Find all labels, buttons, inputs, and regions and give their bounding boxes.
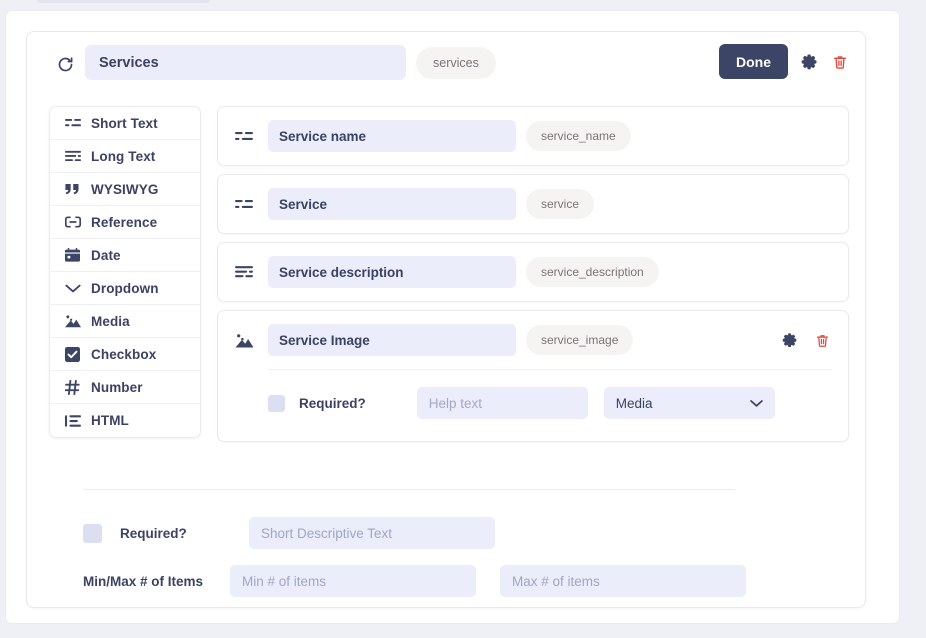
collection-settings: Required? Min/Max # of Items: [83, 489, 803, 605]
quote-icon: [64, 181, 81, 198]
field-required-checkbox[interactable]: [268, 395, 285, 412]
refresh-icon[interactable]: [51, 50, 79, 78]
field-type-list: Short Text Long Text: [49, 106, 201, 438]
gear-icon[interactable]: [780, 329, 800, 351]
field-slug-pill: service_image: [526, 325, 633, 355]
type-item-long-text[interactable]: Long Text: [50, 140, 200, 173]
field-slug-pill: service: [526, 189, 594, 219]
short-text-icon: [234, 126, 254, 146]
minmax-label: Min/Max # of Items: [83, 574, 230, 589]
type-item-date[interactable]: Date: [50, 239, 200, 272]
type-item-label: WYSIWYG: [91, 182, 158, 197]
minmax-settings-row: Min/Max # of Items: [83, 557, 803, 605]
image-icon: [64, 313, 81, 330]
field-card-main: service_description: [218, 243, 848, 301]
field-card: service_description: [217, 242, 849, 302]
required-settings-row: Required?: [83, 509, 803, 557]
type-item-label: Short Text: [91, 116, 158, 131]
field-card-main: service: [218, 175, 848, 233]
image-icon: [234, 330, 254, 350]
checkbox-icon: [64, 346, 81, 363]
field-card-main: service_image: [218, 311, 848, 369]
field-slug-pill: service_description: [526, 257, 659, 287]
type-item-wysiwyg[interactable]: WYSIWYG: [50, 173, 200, 206]
type-item-html[interactable]: HTML: [50, 404, 200, 437]
field-card-main: service_name: [218, 107, 848, 165]
min-items-input[interactable]: [230, 565, 476, 597]
header-actions: Done: [719, 44, 850, 79]
field-card: service: [217, 174, 849, 234]
field-card: service_name: [217, 106, 849, 166]
field-type-value: Media: [616, 396, 653, 411]
short-text-icon: [64, 115, 81, 132]
gear-icon[interactable]: [799, 51, 819, 73]
type-item-checkbox[interactable]: Checkbox: [50, 338, 200, 371]
collection-required-checkbox[interactable]: [83, 524, 102, 543]
field-name-input[interactable]: [268, 188, 516, 220]
collection-title-input[interactable]: [85, 45, 406, 80]
type-item-short-text[interactable]: Short Text: [50, 107, 200, 140]
top-partial-strip: [37, 0, 210, 3]
link-icon: [64, 214, 81, 231]
type-item-label: Checkbox: [91, 347, 156, 362]
chevron-down-icon: [750, 387, 763, 419]
editor-header: services Done: [43, 45, 849, 83]
type-item-label: HTML: [91, 413, 129, 428]
field-card-list: service_name: [217, 106, 849, 450]
collection-editor-card: services Done: [26, 31, 866, 608]
list-icon: [64, 412, 81, 429]
descriptive-text-input[interactable]: [249, 517, 495, 549]
field-name-input[interactable]: [268, 120, 516, 152]
trash-icon[interactable]: [830, 51, 850, 73]
type-item-label: Reference: [91, 215, 157, 230]
field-card-expanded: service_image: [217, 310, 849, 442]
field-required-label: Required?: [299, 396, 366, 411]
type-item-label: Dropdown: [91, 281, 159, 296]
type-item-media[interactable]: Media: [50, 305, 200, 338]
type-item-label: Date: [91, 248, 121, 263]
type-item-label: Media: [91, 314, 130, 329]
calendar-icon: [64, 247, 81, 264]
short-text-icon: [234, 194, 254, 214]
collection-required-label: Required?: [120, 526, 230, 541]
hash-icon: [64, 379, 81, 396]
trash-icon[interactable]: [812, 329, 832, 351]
field-help-text-input[interactable]: [417, 387, 588, 419]
type-item-dropdown[interactable]: Dropdown: [50, 272, 200, 305]
page-shell: services Done: [5, 10, 900, 624]
type-item-reference[interactable]: Reference: [50, 206, 200, 239]
field-name-input[interactable]: [268, 256, 516, 288]
page-gutter: [901, 0, 926, 638]
field-type-select[interactable]: Media: [604, 387, 775, 419]
field-card-actions: [780, 329, 832, 351]
type-item-label: Number: [91, 380, 143, 395]
type-item-number[interactable]: Number: [50, 371, 200, 404]
done-button[interactable]: Done: [719, 44, 788, 79]
screen-root: services Done: [0, 0, 926, 638]
max-items-input[interactable]: [500, 565, 746, 597]
long-text-icon: [234, 262, 254, 282]
chevron-down-icon: [64, 280, 81, 297]
long-text-icon: [64, 148, 81, 165]
field-name-input[interactable]: [268, 324, 516, 356]
type-item-label: Long Text: [91, 149, 155, 164]
field-slug-pill: service_name: [526, 121, 631, 151]
collection-slug-pill: services: [416, 47, 496, 79]
field-settings-row: Required? Media: [268, 369, 832, 441]
